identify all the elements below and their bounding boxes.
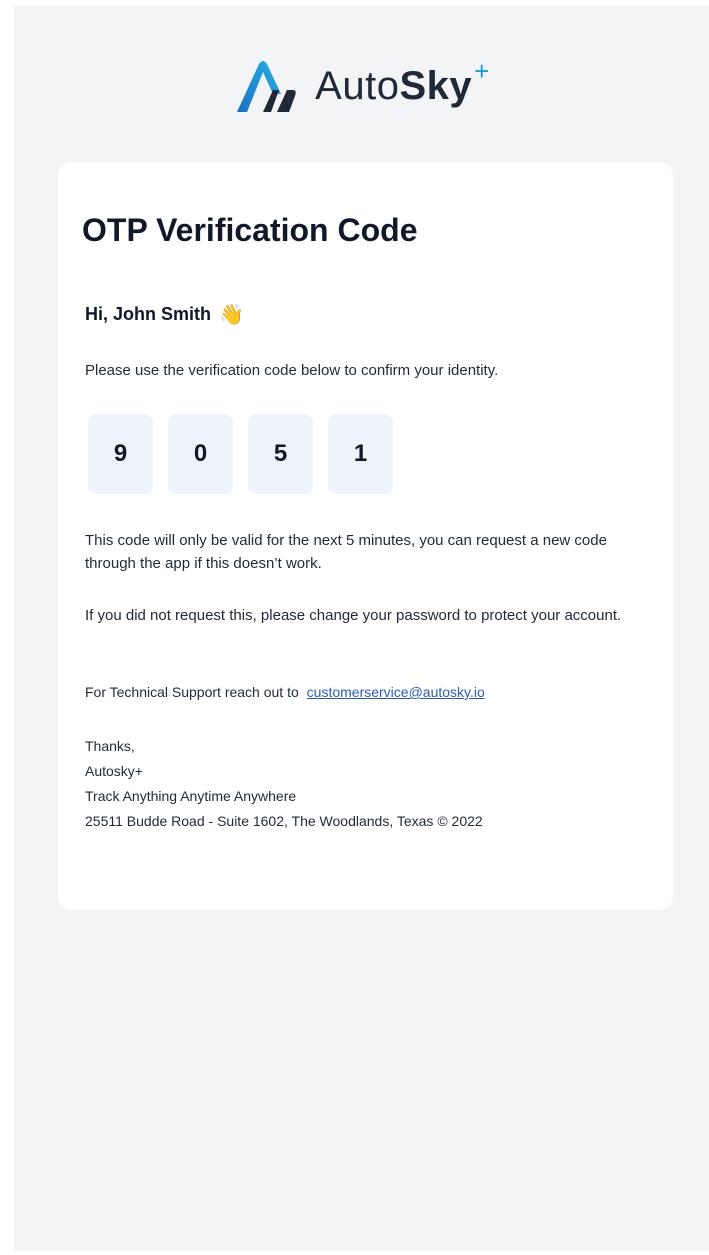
email-footer: Thanks, Autosky+ Track Anything Anytime … <box>85 734 483 834</box>
brand-name-plus: + <box>474 56 490 86</box>
email-card: OTP Verification Code Hi, John Smith 👋 P… <box>58 162 673 910</box>
brand-name-light: Auto <box>315 64 400 108</box>
otp-digit: 9 <box>88 414 153 494</box>
greeting-text: Hi, John Smith <box>85 304 211 324</box>
greeting: Hi, John Smith 👋 <box>85 302 244 327</box>
sender-name: Autosky+ <box>85 763 143 779</box>
instruction-text: Please use the verification code below t… <box>85 362 499 379</box>
email-page: AutoSky+ OTP Verification Code Hi, John … <box>14 6 709 1251</box>
validity-note: This code will only be valid for the nex… <box>85 532 607 572</box>
email-title: OTP Verification Code <box>82 212 418 248</box>
signoff: Thanks, <box>85 738 135 754</box>
security-note: If you did not request this, please chan… <box>85 607 622 624</box>
support-email-link[interactable]: customerservice@autosky.io <box>307 684 485 700</box>
otp-code: 9 0 5 1 <box>88 414 393 494</box>
otp-digit: 1 <box>328 414 393 494</box>
brand-name-bold: Sky <box>399 64 473 108</box>
otp-digit: 0 <box>168 414 233 494</box>
brand-logo: AutoSky+ <box>14 56 709 116</box>
tagline: Track Anything Anytime Anywhere <box>85 788 297 804</box>
support-prefix: For Technical Support reach out to <box>85 684 299 700</box>
otp-digit: 5 <box>248 414 313 494</box>
company-address: 25511 Budde Road - Suite 1602, The Woodl… <box>85 813 483 829</box>
waving-hand-icon: 👋 <box>219 304 244 326</box>
support-line: For Technical Support reach out to custo… <box>85 684 485 700</box>
autosky-logo-icon <box>237 61 296 112</box>
brand-wordmark: AutoSky+ <box>315 58 490 108</box>
